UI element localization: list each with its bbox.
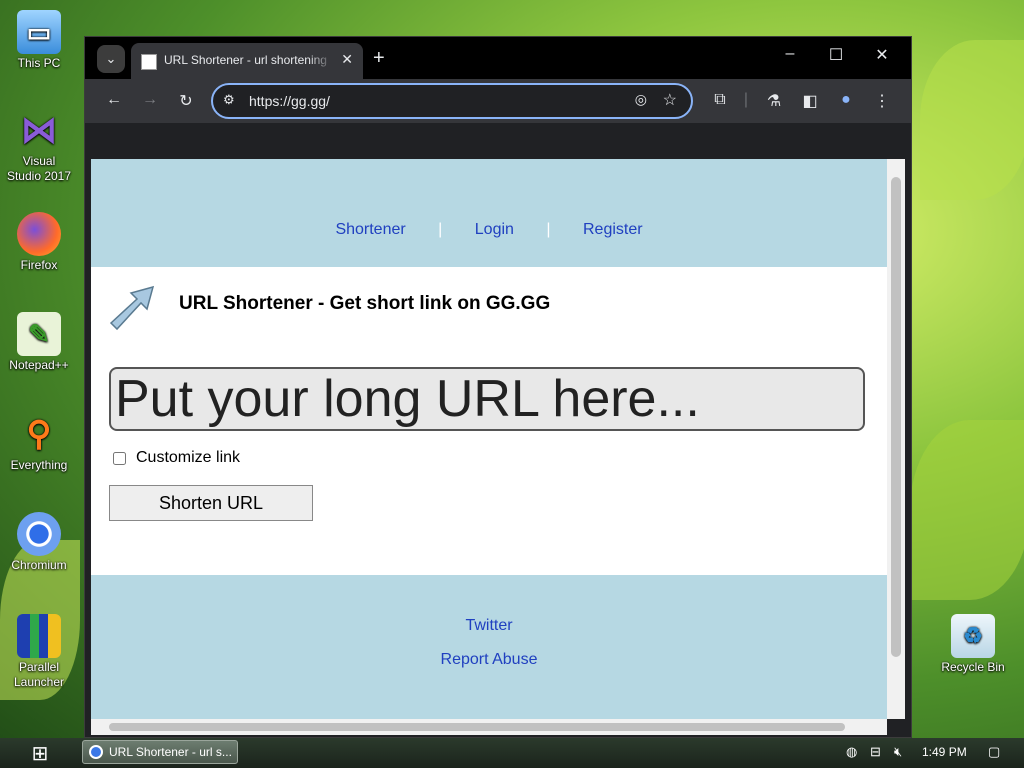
taskbar-item-browser[interactable]: URL Shortener - url s... [82,740,238,764]
desktop-icon-label: Parallel Launcher [13,660,65,689]
windows-logo-icon: ⊞ [31,742,49,765]
network-icon[interactable]: ⊟ [870,744,881,760]
start-button[interactable]: ⊞ [4,739,76,767]
desktop-icon-label: Chromium [11,558,67,572]
site-footer: Twitter Report Abuse [91,575,887,719]
horizontal-scrollbar[interactable] [91,719,887,735]
wallpaper-leaf [910,420,1024,600]
minimize-button[interactable]: – [775,45,805,63]
taskbar-item-title: URL Shortener - url s... [109,745,232,759]
desktop-icon-label: Visual Studio 2017 [6,154,72,183]
desktop-icon-parallel-launcher[interactable]: Parallel Launcher [6,614,72,690]
forward-button[interactable]: → [139,91,161,109]
notepadpp-icon: ✎ [17,312,61,356]
extensions-icon[interactable]: ⧉ [709,91,731,109]
desktop-icon-notepadpp[interactable]: ✎ Notepad++ [6,312,72,373]
nav-separator: | [438,221,443,238]
customize-link-option[interactable]: Customize link [113,449,240,467]
back-button[interactable]: ← [103,91,125,109]
monitor-icon: ▭ [17,10,61,54]
magnifier-icon: ⚲ [26,415,52,453]
notifications-icon[interactable]: ▢ [988,744,1000,760]
tab-title: URL Shortener - url shortening [164,53,327,67]
desktop-icon-visual-studio[interactable]: ⋈ Visual Studio 2017 [6,108,72,184]
bookmark-star-icon[interactable]: ☆ [663,90,677,110]
site-header: Shortener | Login | Register [91,159,887,267]
recycle-bin-icon: ♻ [951,614,995,658]
new-tab-button[interactable]: + [373,47,385,70]
nav-register-link[interactable]: Register [555,221,671,238]
customize-link-checkbox[interactable] [113,451,126,465]
site-nav: Shortener | Login | Register [91,221,887,239]
nav-separator: | [546,221,551,238]
firefox-icon [17,212,61,256]
browser-toolbar: ← → ↻ ⚙ ◎ ☆ ⧉ | ⚗ ◧ ● ⋮ [85,79,911,123]
chevron-down-icon: ⌄ [105,51,117,66]
nav-shortener-link[interactable]: Shortener [307,221,433,238]
tab-active[interactable]: URL Shortener - url shortening ✕ [131,43,363,79]
address-input[interactable] [247,90,611,112]
menu-kebab-icon[interactable]: ⋮ [871,91,893,111]
maximize-button[interactable]: ☐ [821,45,851,65]
close-tab-icon[interactable]: ✕ [341,51,353,68]
scrollbar-thumb[interactable] [891,177,901,657]
scrollbar-thumb[interactable] [109,723,845,731]
shorten-url-button[interactable]: Shorten URL [109,485,313,521]
browser-window: ⌄ URL Shortener - url shortening ✕ + – ☐… [84,36,912,738]
desktop-icon-label: This PC [17,56,61,70]
page-viewport: Shortener | Login | Register URL Shorten… [91,159,887,719]
parallel-launcher-icon [17,614,61,658]
volume-muted-icon[interactable]: 🔇︎ [894,744,902,760]
desktop-icon-label: Recycle Bin [941,660,1005,674]
favicon-icon [141,54,157,70]
clock[interactable]: 1:49 PM [922,745,967,759]
toolbar-divider: | [743,91,749,108]
chromium-icon [89,745,103,759]
tab-strip: ⌄ URL Shortener - url shortening ✕ + – ☐… [85,37,911,79]
vertical-scrollbar[interactable] [887,159,905,719]
tray-app-icon[interactable]: ◍ [846,744,857,760]
footer-twitter-link[interactable]: Twitter [91,617,887,635]
footer-report-abuse-link[interactable]: Report Abuse [91,651,887,669]
desktop-icon-label: Firefox [20,258,58,272]
desktop-icon-this-pc[interactable]: ▭ This PC [6,10,72,71]
reload-button[interactable]: ↻ [175,91,197,111]
close-window-button[interactable]: ✕ [867,45,897,65]
nav-login-link[interactable]: Login [447,221,542,238]
tracking-protection-icon[interactable]: ◎ [635,91,647,108]
desktop-icon-label: Everything [10,458,68,472]
desktop-icon-firefox[interactable]: Firefox [6,212,72,273]
taskbar: ⊞ URL Shortener - url s... ◍ ⊟ 🔇︎ 1:49 P… [0,738,1024,768]
desktop-icon-chromium[interactable]: Chromium [6,512,72,573]
visual-studio-icon: ⋈ [21,109,57,150]
profile-avatar-icon[interactable]: ● [835,91,857,109]
wallpaper-leaf [920,40,1024,200]
address-bar[interactable]: ⚙ ◎ ☆ [211,83,693,119]
desktop-icon-label: Notepad++ [9,358,69,372]
tab-search-button[interactable]: ⌄ [97,45,125,73]
desktop-icon-recycle-bin[interactable]: ♻ Recycle Bin [940,614,1006,675]
site-info-icon[interactable]: ⚙ [223,92,235,108]
arrow-logo-icon [109,285,155,331]
chromium-icon [17,512,61,556]
page-top-band [85,123,911,159]
desktop-icon-everything[interactable]: ⚲ Everything [6,412,72,473]
long-url-input[interactable] [109,367,865,431]
side-panel-icon[interactable]: ◧ [799,91,821,111]
labs-flask-icon[interactable]: ⚗ [763,91,785,111]
page-title: URL Shortener - Get short link on GG.GG [179,293,551,314]
customize-link-label: Customize link [136,449,241,466]
